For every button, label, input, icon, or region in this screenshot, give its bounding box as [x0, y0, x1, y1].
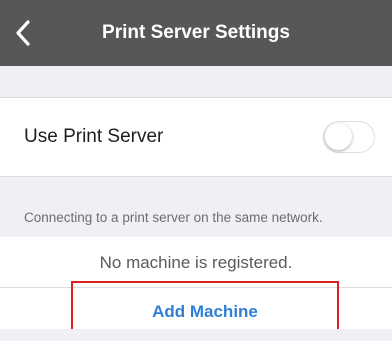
page-title: Print Server Settings: [102, 22, 290, 43]
use-print-server-row: Use Print Server: [0, 97, 392, 177]
print-server-footnote: Connecting to a print server on the same…: [24, 210, 323, 225]
use-print-server-toggle[interactable]: [323, 121, 375, 153]
navigation-bar: Print Server Settings: [0, 0, 392, 66]
toggle-knob: [325, 123, 352, 150]
use-print-server-label: Use Print Server: [24, 126, 164, 147]
add-machine-button[interactable]: Add Machine: [71, 281, 339, 329]
